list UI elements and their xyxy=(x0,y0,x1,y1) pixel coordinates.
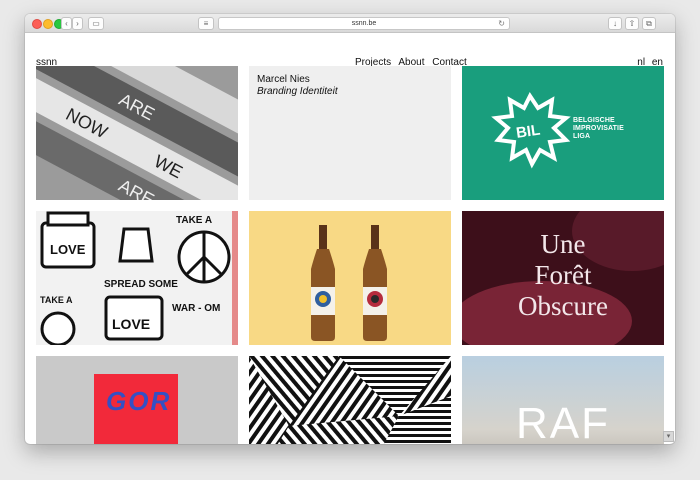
tabs-icon: ⧉ xyxy=(646,19,652,28)
scroll-down-button[interactable]: ▾ xyxy=(663,431,674,442)
chevron-left-icon: ‹ xyxy=(65,19,68,28)
poster-word: TAKE A xyxy=(176,215,212,226)
tabs-button[interactable]: ⧉ xyxy=(642,17,656,30)
poster-word: TAKE A xyxy=(40,295,73,305)
raf-title: RAF xyxy=(516,399,610,444)
poster-word: SPREAD SOME xyxy=(104,279,178,290)
poster-word: WAR - OM xyxy=(172,303,220,314)
share-icon: ⇧ xyxy=(628,19,636,28)
bil-line: BELGISCHE xyxy=(573,117,615,124)
reader-icon: ≡ xyxy=(203,19,209,28)
project-subtitle: Branding Identiteit xyxy=(257,86,338,97)
url-text: ssnn.be xyxy=(351,20,377,27)
project-tile-beer[interactable] xyxy=(249,211,451,345)
bil-name: BELGISCHE IMPROVISATIE LIGA xyxy=(573,117,624,141)
project-tile-love[interactable]: LOVE SPREAD SOME TAKE A WAR - OM LOVE TA… xyxy=(36,211,238,345)
share-button[interactable]: ⇧ xyxy=(625,17,639,30)
project-title: Marcel Nies xyxy=(257,74,310,85)
project-tile-raf[interactable]: RAF xyxy=(462,356,664,444)
scroll-arrow-icon: ▾ xyxy=(666,433,671,440)
geometric-pattern-image xyxy=(249,356,451,444)
red-poster-image: GOR xyxy=(36,356,238,444)
close-window-button[interactable] xyxy=(32,19,42,29)
poster-word: LOVE xyxy=(50,242,86,257)
minimize-window-button[interactable] xyxy=(43,19,53,29)
project-tile-we-are-now[interactable]: WE ARE NOW ARE WE xyxy=(36,66,238,200)
we-are-now-image: WE ARE NOW ARE WE xyxy=(36,66,238,200)
download-button[interactable]: ↓ xyxy=(608,17,622,30)
foret-line: Forêt xyxy=(534,260,592,290)
browser-toolbar: ‹ › ▭ ≡ ssnn.be ↻ ↓ ⇧ ⧉ xyxy=(25,14,675,33)
project-tile-red-poster[interactable]: GOR xyxy=(36,356,238,444)
foret-title: Une Forêt Obscure xyxy=(462,229,664,322)
poster-word: LOVE xyxy=(112,316,150,332)
project-tile-geometric[interactable] xyxy=(249,356,451,444)
bil-logo: BIL xyxy=(491,92,571,169)
browser-window: ‹ › ▭ ≡ ssnn.be ↻ ↓ ⇧ ⧉ ssnn Projects Ab… xyxy=(25,14,675,444)
sidebar-icon: ▭ xyxy=(92,19,100,28)
beer-bottles-image xyxy=(249,211,451,345)
project-tile-marcel-nies[interactable]: Marcel Nies Branding Identiteit xyxy=(249,66,451,200)
poster-letters: GOR xyxy=(106,386,171,416)
project-tile-bil[interactable]: BIL BELGISCHE IMPROVISATIE LIGA xyxy=(462,66,664,200)
reader-button[interactable]: ≡ xyxy=(198,17,214,30)
foret-line: Une xyxy=(540,229,586,259)
foret-line: Obscure xyxy=(518,291,608,321)
chevron-right-icon: › xyxy=(76,19,79,28)
forward-button[interactable]: › xyxy=(72,17,83,30)
reload-icon[interactable]: ↻ xyxy=(498,18,505,29)
back-button[interactable]: ‹ xyxy=(61,17,72,30)
bil-line: LIGA xyxy=(573,133,591,140)
bil-line: IMPROVISATIE xyxy=(573,125,624,132)
love-poster-image: LOVE SPREAD SOME TAKE A WAR - OM LOVE TA… xyxy=(36,211,238,345)
address-bar[interactable]: ssnn.be ↻ xyxy=(218,17,510,30)
download-icon: ↓ xyxy=(613,19,617,28)
bil-logo-text: BIL xyxy=(515,122,541,142)
sidebar-button[interactable]: ▭ xyxy=(88,17,104,30)
project-tile-une-foret-obscure[interactable]: Une Forêt Obscure xyxy=(462,211,664,345)
